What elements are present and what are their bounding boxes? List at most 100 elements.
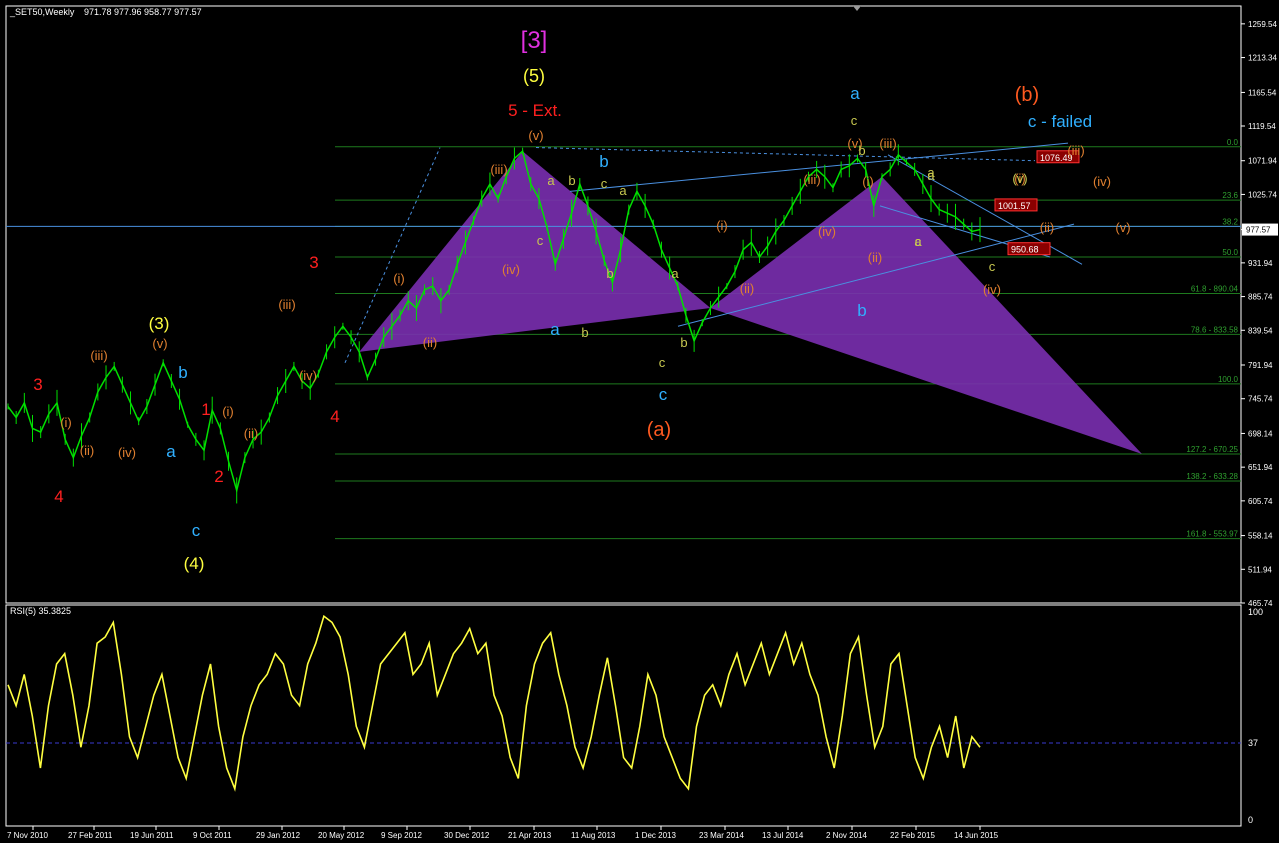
fib-level-label: 138.2 - 633.28 <box>1186 472 1238 481</box>
time-tick-label: 21 Apr 2013 <box>508 831 552 840</box>
wave-label: b <box>606 266 613 281</box>
price-tick-label: 1259.54 <box>1248 20 1277 29</box>
rsi-tick-label: 100 <box>1248 607 1263 617</box>
wave-label: b <box>599 152 608 171</box>
wave-label: c <box>915 234 922 249</box>
wave-label: c - failed <box>1028 112 1092 131</box>
wave-label: (b) <box>1015 84 1039 106</box>
wave-label: (iii) <box>879 136 896 151</box>
wave-label: (i) <box>222 404 234 419</box>
fib-level-label: 161.8 - 553.97 <box>1186 530 1238 539</box>
wave-label: (ii) <box>423 335 437 350</box>
wave-label: [3] <box>521 27 548 54</box>
wave-label: 2 <box>214 467 223 486</box>
rsi-tick-label: 37 <box>1248 738 1258 748</box>
price-tick-label: 885.74 <box>1248 293 1273 302</box>
price-tick-label: 931.94 <box>1248 259 1273 268</box>
wave-label: b <box>178 363 187 382</box>
wave-label: (4) <box>184 554 205 573</box>
price-tick-label: 1165.54 <box>1248 88 1277 97</box>
time-tick-label: 22 Feb 2015 <box>890 831 935 840</box>
wave-label: (3) <box>149 314 170 333</box>
wave-label: a <box>671 266 679 281</box>
wave-label: (iv) <box>502 262 520 277</box>
wave-label: a <box>850 84 860 103</box>
wave-label: c <box>989 259 996 274</box>
wave-label: a <box>619 183 627 198</box>
wave-label: 1 <box>201 400 210 419</box>
time-tick-label: 20 May 2012 <box>318 831 365 840</box>
wave-label: (ii) <box>740 281 754 296</box>
wave-label: b <box>857 301 866 320</box>
price-tick-label: 511.94 <box>1248 565 1272 574</box>
wave-label: b <box>581 325 588 340</box>
wave-label: c <box>659 355 666 370</box>
wave-label: b <box>858 143 865 158</box>
wave-label: (ii) <box>1040 220 1054 235</box>
time-tick-label: 7 Nov 2010 <box>7 831 48 840</box>
price-tick-label: 558.14 <box>1248 532 1273 541</box>
ohlc-readout: 971.78 977.96 958.77 977.57 <box>84 7 202 17</box>
wave-label: (v) <box>152 336 167 351</box>
wave-label: (iv) <box>818 224 836 239</box>
wave-label: (i) <box>393 271 405 286</box>
wave-label: (ii) <box>80 443 94 458</box>
price-tick-label: 651.94 <box>1248 463 1273 472</box>
wave-label: (iv) <box>299 368 317 383</box>
wave-label: (ii) <box>868 250 882 265</box>
fib-level-label: 61.8 - 890.04 <box>1191 284 1239 293</box>
price-tick-label: 745.74 <box>1248 395 1273 404</box>
price-tick-label: 1025.74 <box>1248 190 1277 199</box>
wave-label: 3 <box>309 253 318 272</box>
wave-label: a <box>550 320 560 339</box>
wave-label: (i) <box>716 218 728 233</box>
wave-label: (iii) <box>278 297 295 312</box>
wave-label: (iv) <box>1093 174 1111 189</box>
fib-level-label: 38.2 <box>1222 217 1238 226</box>
wave-label: (ii) <box>244 426 258 441</box>
wave-label: (a) <box>647 419 671 441</box>
wave-label: (iii) <box>90 348 107 363</box>
wave-label: (v) <box>528 128 543 143</box>
wave-label: c <box>601 176 608 191</box>
price-tick-label: 791.94 <box>1248 361 1273 370</box>
fib-level-label: 127.2 - 670.25 <box>1186 445 1238 454</box>
wave-label: 4 <box>330 407 339 426</box>
time-tick-label: 30 Dec 2012 <box>444 831 490 840</box>
wave-label: (iv) <box>983 282 1001 297</box>
price-tick-label: 1119.54 <box>1248 122 1276 131</box>
wave-label: c <box>659 385 668 404</box>
price-tick-label: 1213.34 <box>1248 54 1277 63</box>
price-tag-label: 1001.57 <box>998 201 1031 211</box>
wave-label: 4 <box>54 487 63 506</box>
fib-level-label: 23.6 <box>1222 191 1238 200</box>
rsi-tick-label: 0 <box>1248 815 1253 825</box>
wave-label: c <box>192 521 201 540</box>
time-tick-label: 23 Mar 2014 <box>699 831 744 840</box>
time-tick-label: 9 Oct 2011 <box>193 831 232 840</box>
price-tick-label: 605.74 <box>1248 497 1273 506</box>
wave-label: (i) <box>862 174 874 189</box>
time-tick-label: 1 Dec 2013 <box>635 831 676 840</box>
wave-label: a <box>927 165 935 180</box>
wave-label: a <box>547 173 555 188</box>
wave-label: b <box>568 173 575 188</box>
wave-label: (5) <box>523 66 545 86</box>
fib-level-label: 78.6 - 833.58 <box>1191 325 1239 334</box>
chart-header: _SET50,Weekly <box>9 7 75 17</box>
time-tick-label: 14 Jun 2015 <box>954 831 999 840</box>
price-tick-label: 698.14 <box>1248 429 1273 438</box>
wave-label: c <box>537 233 544 248</box>
wave-label: b <box>680 335 687 350</box>
price-tick-label: 839.54 <box>1248 326 1273 335</box>
wave-label: (iii) <box>803 172 820 187</box>
wave-label: (iii) <box>1067 143 1084 158</box>
chart-canvas: 0.0 23.6 38.2 50.0 61.8 - 890.04 78.6 - 833.5… <box>0 0 1279 843</box>
time-tick-label: 29 Jan 2012 <box>256 831 301 840</box>
time-tick-label: 19 Jun 2011 <box>130 831 174 840</box>
time-tick-label: 27 Feb 2011 <box>68 831 113 840</box>
wave-label: c <box>851 113 858 128</box>
wave-label: (iv) <box>118 445 136 460</box>
rsi-header: RSI(5) 35.3825 <box>10 606 71 616</box>
fib-level-label: 50.0 <box>1222 248 1238 257</box>
